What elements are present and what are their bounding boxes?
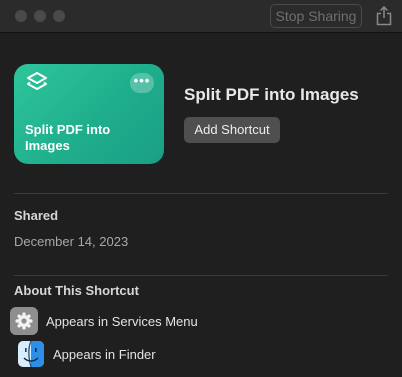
more-options-button[interactable]: ••• (130, 73, 154, 93)
divider (14, 275, 388, 276)
shortcut-card[interactable]: ••• Split PDF into Images (14, 64, 164, 164)
shortcut-detail-window: Stop Sharing ••• Split PDF into Images S… (0, 0, 402, 377)
about-item-services-menu: Appears in Services Menu (10, 307, 390, 337)
shared-heading: Shared (14, 208, 59, 223)
shortcut-title: Split PDF into Images (184, 85, 359, 104)
close-window-button[interactable] (15, 10, 27, 22)
card-title: Split PDF into Images (25, 122, 111, 153)
about-item-label: Appears in Services Menu (46, 314, 198, 329)
gear-icon (10, 307, 38, 335)
about-item-label: Appears in Finder (53, 347, 156, 362)
layers-icon (27, 72, 47, 90)
about-item-finder: Appears in Finder (10, 340, 390, 370)
add-shortcut-button[interactable]: Add Shortcut (184, 117, 280, 143)
zoom-window-button[interactable] (53, 10, 65, 22)
shared-date: December 14, 2023 (14, 234, 129, 249)
stop-sharing-button[interactable]: Stop Sharing (270, 4, 362, 28)
about-heading: About This Shortcut (14, 283, 139, 298)
share-icon[interactable] (375, 6, 393, 26)
title-bar: Stop Sharing (0, 0, 402, 33)
minimize-window-button[interactable] (34, 10, 46, 22)
divider (14, 193, 388, 194)
finder-icon (18, 340, 44, 368)
